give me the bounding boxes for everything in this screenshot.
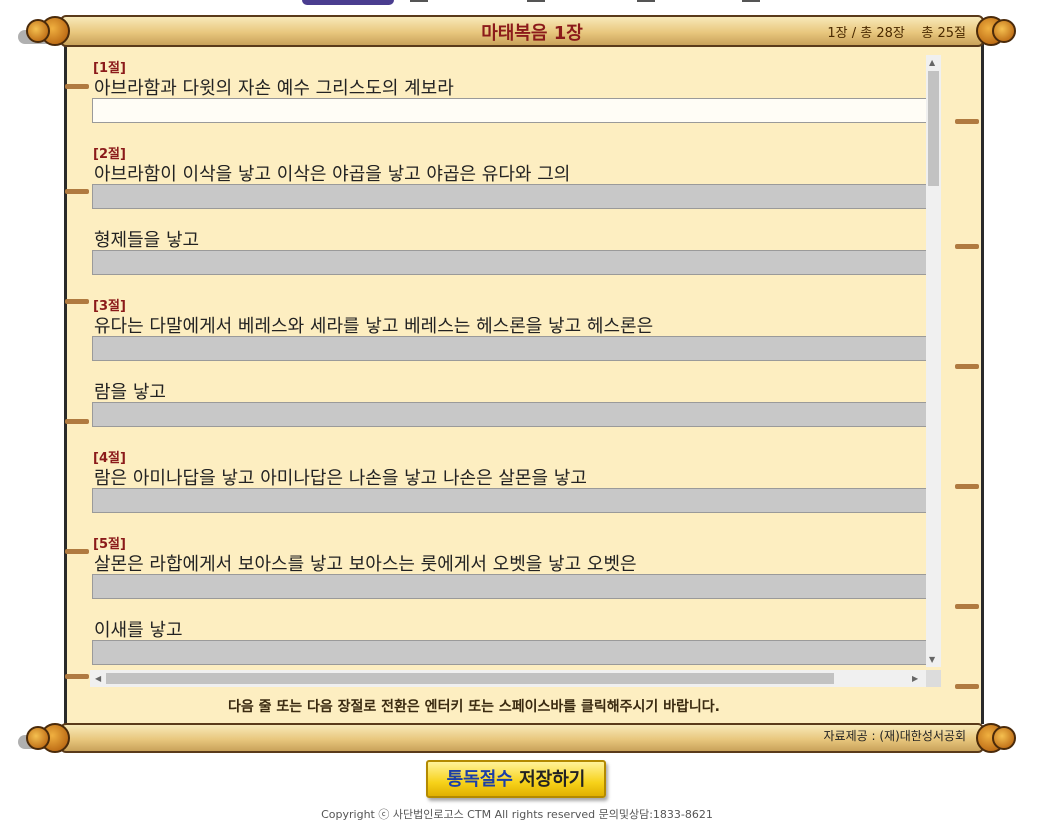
nav-separator xyxy=(637,0,655,2)
paper-edge-decoration xyxy=(955,364,979,369)
save-button-label-highlight: 통독절수 xyxy=(446,769,513,790)
verse-text: 살몬은 라합에게서 보아스를 낳고 보아스는 룻에게서 오벳을 낳고 오벳은 xyxy=(94,554,637,575)
paper-edge-decoration xyxy=(65,674,89,679)
source-credit: 자료제공 : (재)대한성서공회 xyxy=(823,729,966,743)
scroll-right-icon[interactable]: ▶ xyxy=(912,674,918,684)
horizontal-scroll-thumb[interactable] xyxy=(106,673,834,684)
save-reading-button[interactable]: 통독절수 저장하기 xyxy=(426,760,606,798)
verse-text: 유다는 다말에게서 베레스와 세라를 낳고 베레스는 헤스론을 낳고 헤스론은 xyxy=(94,316,654,337)
nav-separator xyxy=(410,0,428,2)
paper-edge-decoration xyxy=(955,684,979,689)
scrollbar-corner xyxy=(926,670,941,687)
paper-edge-decoration xyxy=(65,299,89,304)
scroll-down-icon[interactable]: ▼ xyxy=(929,655,935,665)
verse-text: 아브라함이 이삭을 낳고 이삭은 야곱을 낳고 야곱은 유다와 그의 xyxy=(94,164,571,185)
copyright-footer: Copyright ⓒ 사단법인로고스 CTM All rights reser… xyxy=(321,808,713,821)
verse-text: 아브라함과 다윗의 자손 예수 그리스도의 계보라 xyxy=(94,78,454,99)
verse-text: 이새를 낳고 xyxy=(94,620,183,641)
active-nav-tab[interactable] xyxy=(302,0,394,5)
vertical-scrollbar[interactable]: ▲ ▼ xyxy=(926,55,941,667)
rod-end-left xyxy=(26,726,50,750)
verse-text: 람을 낳고 xyxy=(94,382,166,403)
typing-input[interactable] xyxy=(92,336,926,361)
scroll-left-icon[interactable]: ◀ xyxy=(95,674,101,684)
horizontal-scrollbar[interactable]: ◀ ▶ xyxy=(90,670,926,687)
nav-separator xyxy=(742,0,760,2)
typing-input[interactable] xyxy=(92,574,926,599)
paper-edge-decoration xyxy=(955,484,979,489)
typing-input[interactable] xyxy=(92,250,926,275)
paper-edge-decoration xyxy=(65,189,89,194)
typing-input[interactable] xyxy=(92,98,926,123)
paper-edge-decoration xyxy=(955,244,979,249)
typing-input[interactable] xyxy=(92,402,926,427)
verse-text: 형제들을 낳고 xyxy=(94,230,200,251)
typing-input[interactable] xyxy=(92,184,926,209)
verse-text: 람은 아미나답을 낳고 아미나답은 나손을 낳고 나손은 살몬을 낳고 xyxy=(94,468,587,489)
rod-end-right xyxy=(992,726,1016,750)
typing-input[interactable] xyxy=(92,488,926,513)
vertical-scroll-thumb[interactable] xyxy=(928,71,939,186)
nav-separator xyxy=(527,0,545,2)
typing-input[interactable] xyxy=(92,640,926,665)
top-nav-remnant xyxy=(0,0,1064,8)
instruction-text: 다음 줄 또는 다음 장절로 전환은 엔터키 또는 스페이스바를 클릭해주시기 … xyxy=(228,699,720,715)
paper-edge-decoration xyxy=(65,419,89,424)
typing-content-area[interactable]: [1절] 아브라함과 다윗의 자손 예수 그리스도의 계보라 [2절] 아브라함… xyxy=(90,55,926,667)
chapter-info: 1장 / 총 28장 총 25절 xyxy=(827,26,966,41)
paper-edge-decoration xyxy=(65,549,89,554)
paper-edge-decoration xyxy=(955,604,979,609)
paper-edge-decoration xyxy=(955,119,979,124)
save-button-label: 저장하기 xyxy=(512,769,586,790)
paper-edge-decoration xyxy=(65,84,89,89)
scroll-up-icon[interactable]: ▲ xyxy=(929,58,935,68)
